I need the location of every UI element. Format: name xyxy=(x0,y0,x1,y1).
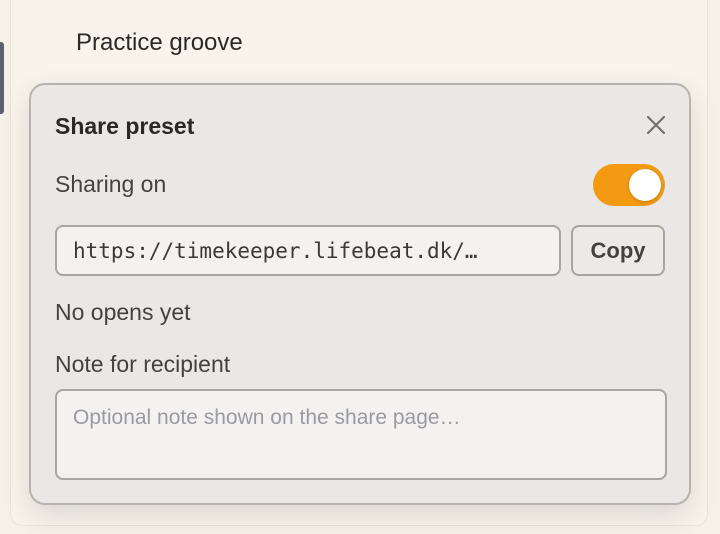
share-url-text: https://timekeeper.lifebeat.dk/… xyxy=(73,238,478,263)
share-url-field[interactable]: https://timekeeper.lifebeat.dk/… xyxy=(55,225,561,276)
popover-title: Share preset xyxy=(55,113,195,139)
toggle-knob xyxy=(629,169,661,201)
note-input[interactable] xyxy=(55,389,667,480)
sharing-toggle[interactable] xyxy=(593,164,665,206)
copy-button[interactable]: Copy xyxy=(571,225,665,276)
sharing-label: Sharing on xyxy=(55,171,167,197)
note-label: Note for recipient xyxy=(55,351,231,377)
preset-name: Practice groove xyxy=(76,29,243,56)
close-button[interactable] xyxy=(643,114,669,140)
close-icon xyxy=(646,115,666,140)
opens-status: No opens yet xyxy=(55,299,191,325)
share-preset-popover: Share preset Sharing on https://timekeep… xyxy=(29,83,691,505)
sidebar-edge-tab[interactable] xyxy=(0,42,4,114)
